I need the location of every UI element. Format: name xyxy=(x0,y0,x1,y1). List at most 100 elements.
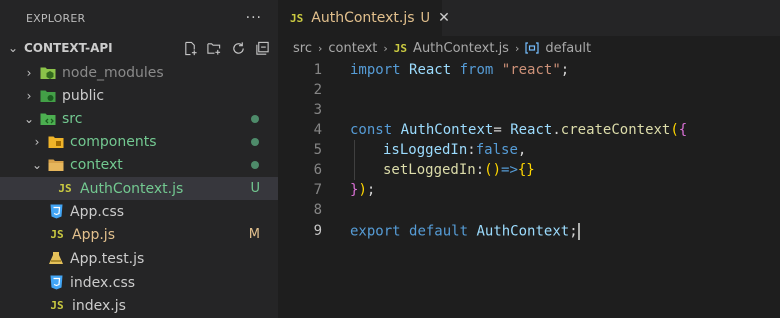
line-number: 2 xyxy=(313,82,322,98)
keyword: from xyxy=(459,62,494,78)
code-line-9: 9 export default AuthContext; xyxy=(278,221,780,241)
punctuation: ; xyxy=(560,62,570,78)
css-file-icon xyxy=(48,275,64,291)
line-number: 1 xyxy=(313,62,322,78)
code-line-1: 1 import React from "react"; xyxy=(278,60,780,80)
explorer-header: EXPLORER ··· xyxy=(0,0,278,36)
line-number: 7 xyxy=(313,182,322,198)
tab-label: AuthContext.js xyxy=(311,10,415,26)
tree-item-label: node_modules xyxy=(62,64,164,81)
bracket: ( xyxy=(670,122,679,138)
code-line-8: 8 xyxy=(278,200,780,220)
collapse-all-icon[interactable] xyxy=(254,40,270,56)
section-actions xyxy=(182,40,270,56)
tree-item-node-modules[interactable]: › node_modules xyxy=(0,61,278,84)
keyword: const xyxy=(350,122,393,138)
tree-item-label: components xyxy=(70,133,157,150)
explorer-title: EXPLORER xyxy=(26,11,86,25)
tree-item-context[interactable]: ⌄ context xyxy=(0,153,278,176)
chevron-right-icon: › xyxy=(34,134,40,149)
tree-item-label: App.js xyxy=(72,226,115,243)
breadcrumb-symbol[interactable]: default xyxy=(545,41,591,56)
punctuation: : xyxy=(467,142,476,158)
modified-dot xyxy=(251,138,259,146)
public-folder-icon xyxy=(40,88,56,104)
tree-item-label: context xyxy=(70,156,123,173)
operator: = xyxy=(493,122,502,138)
tree-item-index-css[interactable]: index.css xyxy=(0,271,278,294)
breadcrumb: src › context › JS AuthContext.js › defa… xyxy=(278,36,780,60)
punctuation: : xyxy=(475,162,485,178)
modified-dot xyxy=(251,161,259,169)
breadcrumb-src[interactable]: src xyxy=(293,41,312,56)
function: createContext xyxy=(560,122,671,138)
src-folder-icon xyxy=(40,111,56,127)
breadcrumb-file[interactable]: AuthContext.js xyxy=(413,41,509,56)
js-file-icon: JS xyxy=(50,299,64,312)
property: setLoggedIn xyxy=(383,162,476,178)
refresh-icon[interactable] xyxy=(230,40,246,56)
editor-area: JS AuthContext.js U ✕ src › context › JS… xyxy=(278,0,780,318)
chevron-right-icon: › xyxy=(26,88,32,103)
code-line-5: 5 isLoggedIn:false, xyxy=(278,140,780,160)
tree-item-label: App.test.js xyxy=(70,250,145,267)
code-line-7: 7 }); xyxy=(278,180,780,200)
text-cursor xyxy=(577,222,580,240)
tree-item-authcontext-js[interactable]: JS AuthContext.js U xyxy=(0,177,278,200)
line-number: 8 xyxy=(313,202,322,218)
punctuation: . xyxy=(552,122,561,138)
bracket: ) xyxy=(358,182,367,198)
bracket: () xyxy=(484,162,502,178)
section-context-api[interactable]: ⌄ CONTEXT-API xyxy=(0,37,278,59)
new-folder-icon[interactable] xyxy=(206,40,222,56)
modified-dot xyxy=(251,115,259,123)
identifier: React xyxy=(510,122,553,138)
tree-item-public[interactable]: › public xyxy=(0,84,278,107)
chevron-right-icon: › xyxy=(26,65,32,80)
tree-item-label: index.js xyxy=(72,297,126,314)
tree-item-app-css[interactable]: App.css xyxy=(0,200,278,223)
tree-item-label: public xyxy=(62,87,105,104)
chevron-down-icon: ⌄ xyxy=(7,41,19,55)
css-file-icon xyxy=(48,204,64,220)
breadcrumb-context[interactable]: context xyxy=(328,41,377,56)
punctuation: ; xyxy=(569,223,578,239)
node-folder-icon xyxy=(40,65,56,81)
code-line-6: 6 setLoggedIn:()=>{} xyxy=(278,160,780,180)
tree-item-app-js[interactable]: JS App.js M xyxy=(0,223,278,246)
tree-item-label: src xyxy=(62,110,83,127)
tree-item-app-test-js[interactable]: App.test.js xyxy=(0,247,278,270)
tree-item-label: index.css xyxy=(70,274,136,291)
chevron-right-icon: › xyxy=(383,41,388,55)
tree-item-src[interactable]: ⌄ src xyxy=(0,107,278,130)
close-icon[interactable]: ✕ xyxy=(438,10,450,26)
more-actions-icon[interactable]: ··· xyxy=(246,10,262,26)
property: isLoggedIn xyxy=(383,142,468,158)
test-file-icon xyxy=(48,251,64,267)
identifier: React xyxy=(409,62,452,78)
keyword: false xyxy=(475,142,518,158)
symbol-variable-icon xyxy=(525,42,539,54)
bracket: { xyxy=(678,122,688,138)
tree-item-components[interactable]: › components xyxy=(0,130,278,153)
line-number: 9 xyxy=(313,223,322,239)
code-line-3: 3 xyxy=(278,100,780,120)
operator: => xyxy=(501,162,518,178)
tree-item-label: AuthContext.js xyxy=(80,180,184,197)
tab-authcontext-js[interactable]: JS AuthContext.js U ✕ xyxy=(278,0,450,36)
bracket: {} xyxy=(517,162,535,178)
explorer-sidebar: EXPLORER ··· ⌄ CONTEXT-API › node_module… xyxy=(0,0,278,318)
line-number: 3 xyxy=(313,102,322,118)
untracked-badge: U xyxy=(250,181,260,196)
modified-badge: M xyxy=(248,227,260,242)
chevron-down-icon: ⌄ xyxy=(31,157,43,172)
tree-item-index-js[interactable]: JS index.js xyxy=(0,294,278,317)
line-number: 5 xyxy=(313,142,322,158)
js-file-icon: JS xyxy=(393,41,408,55)
context-folder-icon xyxy=(48,157,64,173)
tab-bar: JS AuthContext.js U ✕ xyxy=(278,0,780,36)
keyword: default xyxy=(409,223,469,239)
chevron-right-icon: › xyxy=(514,41,520,55)
new-file-icon[interactable] xyxy=(182,40,198,56)
punctuation: , xyxy=(517,142,527,158)
